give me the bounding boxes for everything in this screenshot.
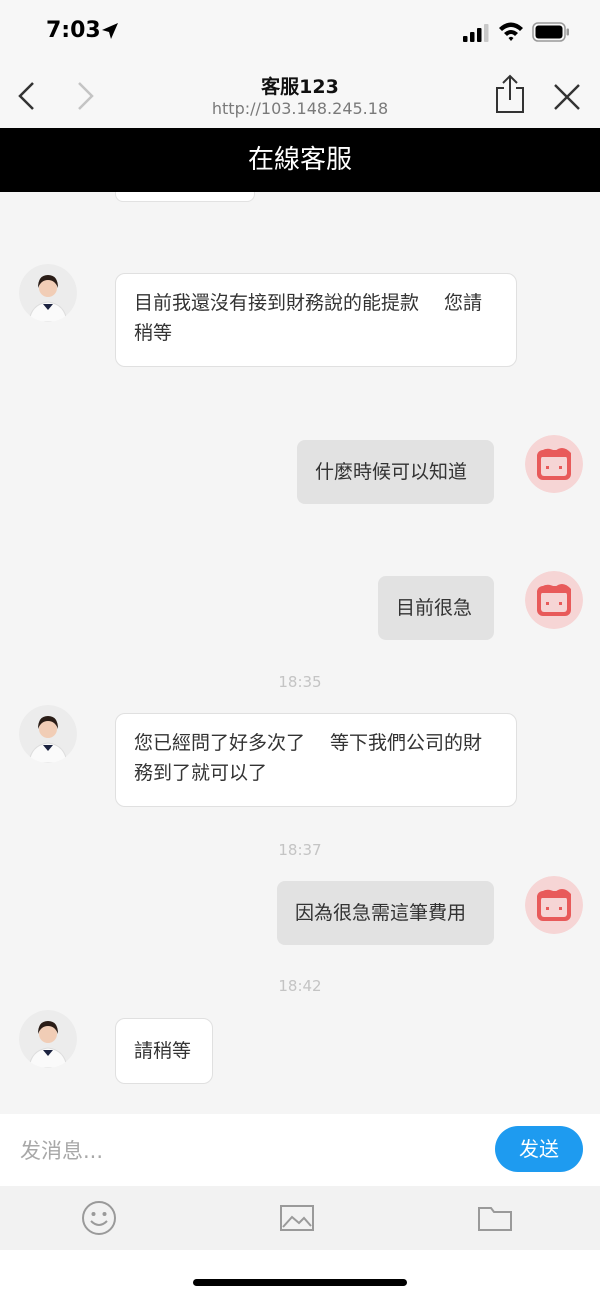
battery-icon: [532, 22, 569, 42]
close-icon[interactable]: [552, 82, 582, 112]
agent-avatar: [19, 705, 77, 763]
user-message-text: 什麼時候可以知道: [315, 461, 468, 483]
wifi-icon: [499, 22, 523, 41]
agent-message-bubble: 請稍等: [115, 1018, 213, 1084]
agent-avatar: [19, 1010, 77, 1068]
location-arrow-icon: [102, 23, 118, 39]
user-avatar: [525, 435, 583, 493]
agent-message-bubble: 目前我還沒有接到財務說的能提款 您請稍等: [115, 273, 517, 367]
user-avatar-image: [525, 876, 583, 934]
message-timestamp: 18:37: [278, 841, 322, 859]
attachment-toolbar: [0, 1186, 600, 1250]
share-icon[interactable]: [494, 74, 526, 114]
user-avatar: [525, 876, 583, 934]
browser-header: 客服123 http://103.148.245.18: [0, 62, 600, 128]
user-avatar-image: [525, 435, 583, 493]
agent-message-text: 請稍等: [134, 1040, 192, 1062]
agent-avatar-image: [19, 264, 77, 322]
user-avatar-image: [525, 571, 583, 629]
user-message-text: 因為很急需這筆費用: [295, 902, 467, 924]
agent-message-text: 您已經問了好多次了 等下我們公司的財務到了就可以了: [134, 732, 483, 784]
status-time: 7:03: [46, 18, 101, 43]
user-message-bubble: 目前很急: [378, 576, 494, 640]
message-timestamp: 18:35: [278, 673, 322, 691]
home-indicator[interactable]: [193, 1279, 407, 1286]
message-input[interactable]: [18, 1132, 482, 1170]
message-timestamp: 18:42: [278, 977, 322, 995]
agent-avatar-image: [19, 705, 77, 763]
emoji-icon[interactable]: [81, 1200, 117, 1236]
agent-avatar: [19, 264, 77, 322]
chat-banner: 在線客服: [0, 128, 600, 192]
agent-message-bubble: 您已經問了好多次了 等下我們公司的財務到了就可以了: [115, 713, 517, 807]
user-message-bubble: 因為很急需這筆費用: [277, 881, 494, 945]
image-icon[interactable]: [279, 1200, 315, 1236]
send-button[interactable]: 发送: [495, 1126, 583, 1172]
user-message-text: 目前很急: [396, 597, 473, 619]
composer: 发送: [0, 1114, 600, 1186]
cellular-signal-icon: [463, 24, 489, 42]
user-avatar: [525, 571, 583, 629]
user-message-bubble: 什麼時候可以知道: [297, 440, 494, 504]
status-bar: 7:03: [0, 0, 600, 62]
partial-message-bubble: [115, 192, 255, 202]
chat-area[interactable]: 目前我還沒有接到財務說的能提款 您請稍等 什麼時候可以知道 目前很急 18:35: [0, 192, 600, 1114]
home-indicator-area: [0, 1250, 600, 1299]
agent-message-text: 目前我還沒有接到財務說的能提款 您請稍等: [134, 292, 483, 344]
folder-icon[interactable]: [477, 1200, 513, 1236]
agent-avatar-image: [19, 1010, 77, 1068]
